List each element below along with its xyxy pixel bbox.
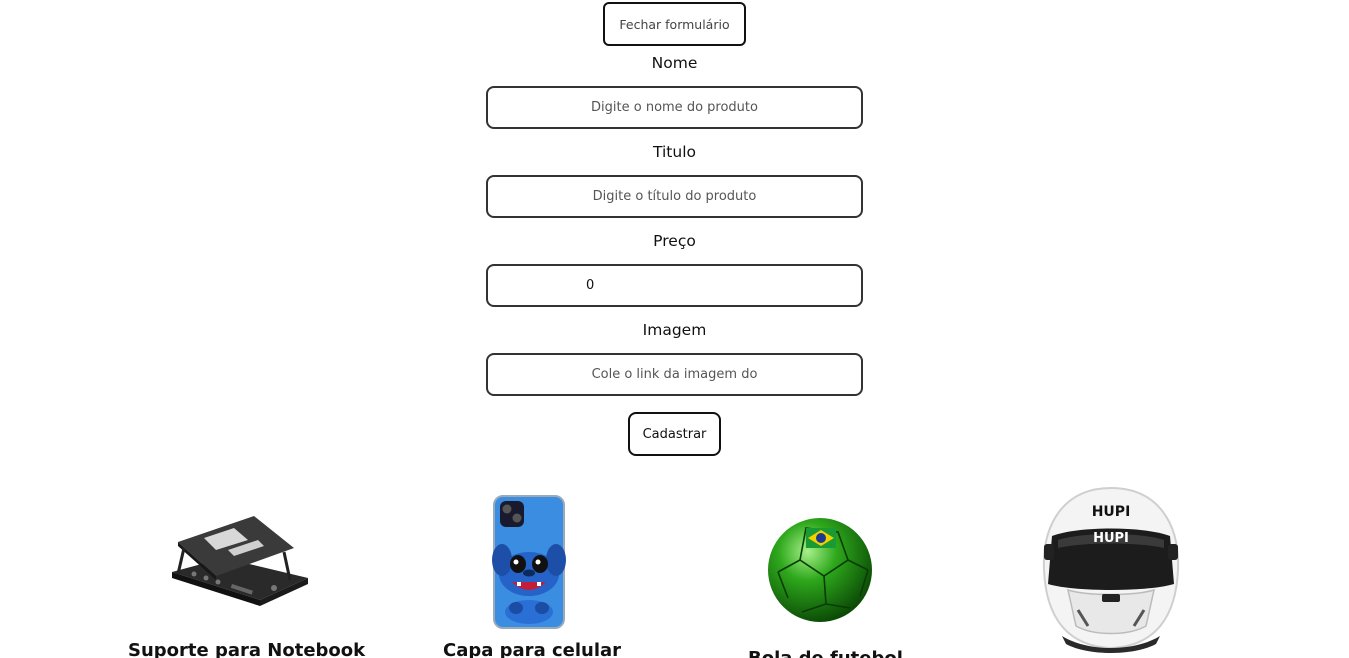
product-title: Suporte para Notebook — [128, 640, 366, 658]
helmet-brand-top: HUPI — [1092, 504, 1131, 520]
image-url-input[interactable] — [486, 353, 863, 396]
name-input[interactable] — [486, 86, 863, 129]
laptop-stand-image — [172, 516, 308, 606]
product-card-laptop-stand[interactable] — [164, 512, 312, 612]
image-label: Imagem — [642, 321, 707, 339]
product-card-phone-case[interactable] — [492, 494, 566, 630]
product-card-soccer-ball[interactable] — [766, 516, 874, 624]
title-input[interactable] — [486, 175, 863, 218]
phone-case-image — [492, 495, 566, 629]
product-card-helmet[interactable]: HUPI HUPI — [1038, 486, 1184, 654]
racing-helmet-image: HUPI HUPI — [1042, 486, 1180, 653]
price-label: Preço — [653, 232, 696, 250]
title-label: Titulo — [653, 143, 696, 161]
price-input[interactable] — [486, 264, 863, 307]
page: Fechar formulário Nome Titulo Preço Imag… — [0, 0, 1349, 658]
helmet-brand-visor: HUPI — [1093, 531, 1129, 546]
close-form-button[interactable]: Fechar formulário — [603, 2, 746, 46]
product-title: Capa para celular — [443, 640, 622, 658]
product-title: Bola de futebol — [748, 648, 903, 658]
name-label: Nome — [651, 54, 698, 72]
soccer-ball-image — [768, 518, 872, 622]
submit-button[interactable]: Cadastrar — [628, 412, 721, 456]
